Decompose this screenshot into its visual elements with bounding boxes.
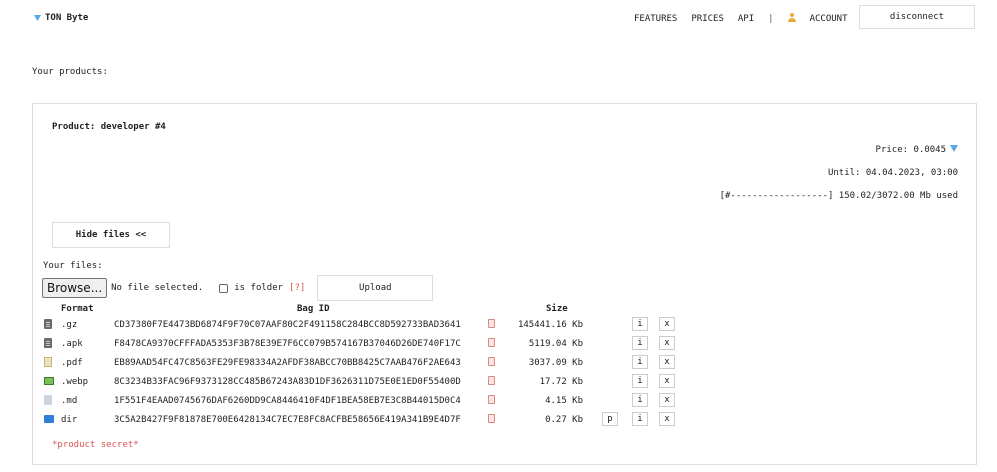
product-card: Product: developer #4 Price: 0.0045 Unti… [32, 103, 977, 465]
ton-diamond-icon [950, 145, 958, 152]
files-heading: Your files: [43, 261, 103, 271]
copy-icon[interactable] [488, 319, 495, 328]
table-row: .webp 8C3234B33FAC96F9373128CC485B67243A… [33, 374, 978, 391]
file-format: .apk [61, 339, 83, 349]
file-size: 145441.16 Kb [517, 320, 583, 330]
file-format: .gz [61, 320, 78, 330]
disconnect-button[interactable]: disconnect [859, 5, 975, 29]
info-button[interactable]: i [632, 393, 648, 407]
info-button[interactable]: i [632, 336, 648, 350]
products-heading: Your products: [32, 67, 108, 77]
copy-icon[interactable] [488, 376, 495, 385]
product-secret-link[interactable]: *product secret* [52, 440, 139, 450]
file-size: 5119.04 Kb [528, 339, 583, 349]
bag-id: 8C3234B33FAC96F9373128CC485B67243A83D1DF… [114, 377, 461, 387]
nav-account-label: ACCOUNT [809, 14, 848, 24]
file-format: dir [61, 415, 78, 425]
copy-icon[interactable] [488, 357, 495, 366]
product-price-text: Price: 0.0045 [875, 145, 946, 155]
nav-features[interactable]: FEATURES [634, 14, 677, 24]
delete-button[interactable]: x [659, 412, 675, 426]
column-size: Size [546, 304, 568, 314]
delete-button[interactable]: x [659, 317, 675, 331]
text-file-icon [44, 395, 52, 405]
table-row: .md 1F551F4EAAD0745676DAF6260DD9CA844641… [33, 393, 978, 410]
bag-id: 1F551F4EAAD0745676DAF6260DD9CA8446410F4D… [114, 396, 461, 406]
file-size: 17.72 Kb [539, 377, 583, 387]
hide-files-button[interactable]: Hide files << [52, 222, 170, 248]
file-size: 0.27 Kb [545, 415, 583, 425]
nav-separator: | [768, 13, 774, 24]
folder-icon [44, 415, 54, 423]
product-until: Until: 04.04.2023, 03:00 [827, 168, 958, 178]
file-format: .md [61, 396, 78, 406]
file-icon [44, 338, 52, 348]
is-folder-label: is folder [234, 283, 284, 293]
no-file-text: No file selected. [111, 283, 204, 293]
ton-diamond-icon [34, 15, 41, 21]
info-button[interactable]: i [632, 374, 648, 388]
user-icon [787, 13, 796, 22]
nav-account[interactable]: ACCOUNT [787, 13, 862, 24]
browse-button[interactable]: Browse... [42, 278, 108, 298]
copy-icon[interactable] [488, 338, 495, 347]
column-format: Format [61, 304, 94, 314]
delete-button[interactable]: x [659, 374, 675, 388]
bag-id: EB89AAD54FC47C8563FE29FE98334A2AFDF38ABC… [114, 358, 461, 368]
copy-icon[interactable] [488, 414, 495, 423]
nav-prices[interactable]: PRICES [691, 14, 724, 24]
info-button[interactable]: i [632, 355, 648, 369]
nav-api[interactable]: API [738, 14, 754, 24]
delete-button[interactable]: x [659, 355, 675, 369]
file-format: .webp [61, 377, 89, 387]
file-size: 4.15 Kb [545, 396, 583, 406]
table-row: dir 3C5A2B427F9F81878E700E6428134C7EC7E8… [33, 412, 978, 429]
image-icon [44, 377, 54, 385]
main-nav: FEATURES PRICES API | ACCOUNT [634, 13, 876, 24]
upload-row: Browse... No file selected. is folder [?… [42, 275, 434, 301]
table-row: .gz CD37380F7E4473BD6874F9F70C07AAF80C2F… [33, 317, 978, 334]
product-title: Product: developer #4 [52, 122, 166, 132]
file-icon [44, 319, 52, 329]
brand[interactable]: TON Byte [34, 13, 88, 23]
file-size: 3037.09 Kb [528, 358, 583, 368]
is-folder-checkbox[interactable] [219, 283, 229, 293]
column-bag-id: Bag ID [297, 304, 330, 314]
publish-button[interactable]: p [602, 412, 618, 426]
delete-button[interactable]: x [659, 336, 675, 350]
delete-button[interactable]: x [659, 393, 675, 407]
storage-usage: [#------------------] 150.02/3072.00 Mb … [719, 191, 958, 201]
table-row: .apk F8478CA9370CFFFADA5353F3B78E39E7F6C… [33, 336, 978, 353]
help-link[interactable]: [?] [289, 283, 305, 293]
info-button[interactable]: i [632, 317, 648, 331]
upload-button[interactable]: Upload [317, 275, 434, 301]
bag-id: CD37380F7E4473BD6874F9F70C07AAF80C2F4911… [114, 320, 461, 330]
brand-name: TON Byte [45, 13, 89, 23]
bag-id: 3C5A2B427F9F81878E700E6428134C7EC7E8FC8A… [114, 415, 461, 425]
product-price: Price: 0.0045 [876, 145, 958, 155]
bag-id: F8478CA9370CFFFADA5353F3B78E39E7F6CC079B… [114, 339, 461, 349]
top-bar: TON Byte FEATURES PRICES API | ACCOUNT d… [0, 0, 997, 36]
copy-icon[interactable] [488, 395, 495, 404]
table-row: .pdf EB89AAD54FC47C8563FE29FE98334A2AFDF… [33, 355, 978, 372]
file-format: .pdf [61, 358, 83, 368]
pdf-icon [44, 357, 52, 367]
info-button[interactable]: i [632, 412, 648, 426]
